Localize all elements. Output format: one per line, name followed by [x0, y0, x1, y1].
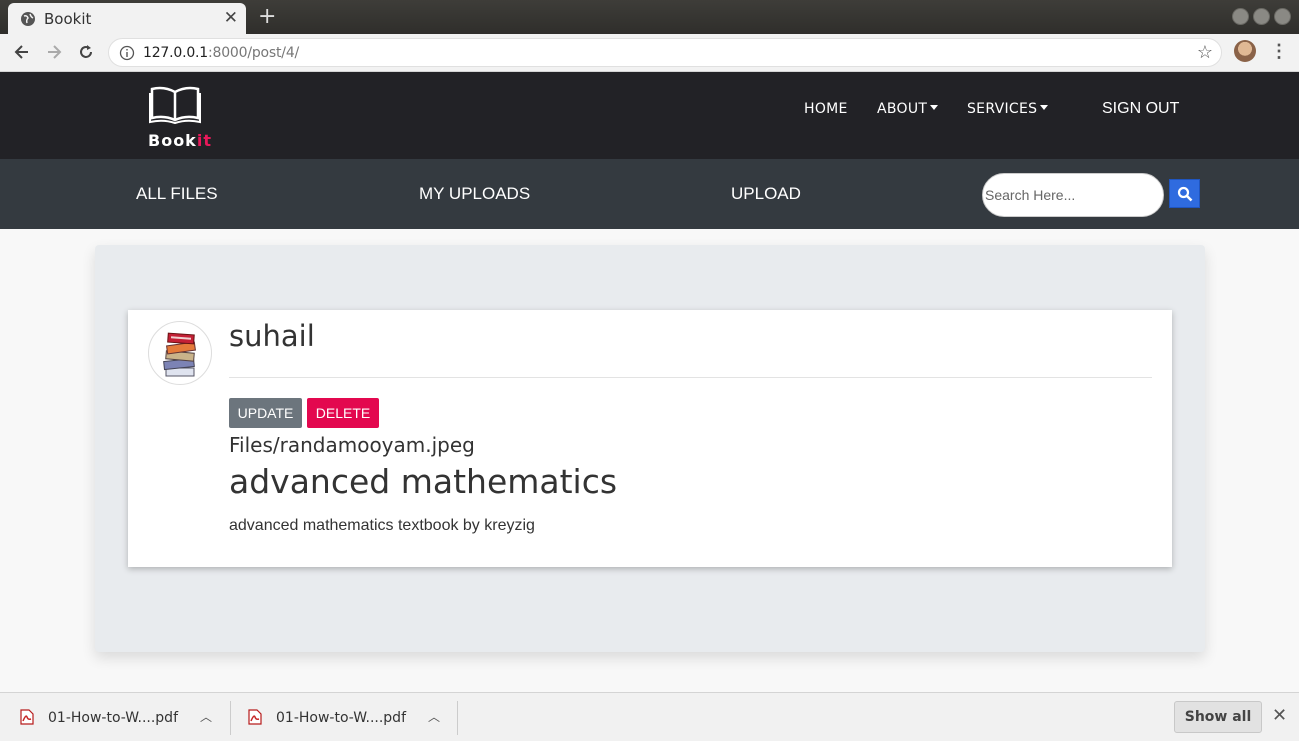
maximize-icon[interactable]: [1253, 8, 1270, 25]
download-file-name: 01-How-to-W....pdf: [276, 710, 406, 726]
url-text: 127.0.0.1:8000/post/4/: [143, 45, 300, 61]
post-description: advanced mathematics textbook by kreyzig: [229, 517, 535, 534]
address-bar[interactable]: 127.0.0.1:8000/post/4/ ☆: [108, 38, 1222, 67]
nav-about[interactable]: ABOUT: [877, 101, 939, 117]
caret-down-icon: [930, 105, 939, 110]
reload-icon[interactable]: [76, 42, 96, 62]
tab-title: Bookit: [44, 10, 92, 28]
pdf-file-icon: [248, 709, 262, 725]
book-logo-icon[interactable]: [148, 84, 202, 124]
my-uploads-link[interactable]: MY UPLOADS: [419, 184, 530, 204]
delete-button[interactable]: DELETE: [307, 398, 379, 428]
content-container: suhail UPDATE DELETE Files/randamooyam.j…: [95, 245, 1205, 652]
upload-link[interactable]: UPLOAD: [731, 184, 801, 204]
downloads-shelf: 01-How-to-W....pdf ︿ 01-How-to-W....pdf …: [0, 692, 1299, 741]
brand-name[interactable]: Bookit: [148, 131, 212, 150]
info-icon[interactable]: [119, 45, 135, 61]
post-card: suhail UPDATE DELETE Files/randamooyam.j…: [128, 310, 1172, 567]
chevron-up-icon[interactable]: ︿: [200, 708, 212, 725]
divider: [229, 377, 1152, 378]
nav-home[interactable]: HOME: [804, 101, 848, 117]
books-stack-icon: [163, 332, 196, 377]
window-controls: [1232, 8, 1291, 25]
search-button[interactable]: [1169, 179, 1200, 208]
chevron-up-icon[interactable]: ︿: [428, 708, 440, 725]
download-file-name: 01-How-to-W....pdf: [48, 710, 178, 726]
tab-close-icon[interactable]: ✕: [224, 8, 238, 28]
search-input[interactable]: [982, 173, 1164, 217]
search-icon: [1177, 186, 1193, 202]
post-author[interactable]: suhail: [229, 319, 315, 353]
author-avatar: [148, 321, 212, 385]
pdf-file-icon: [20, 709, 34, 725]
back-arrow-icon[interactable]: [12, 42, 32, 62]
new-tab-icon[interactable]: +: [258, 4, 276, 29]
site-navbar: Bookit HOME ABOUT SERVICES SIGN OUT: [0, 72, 1299, 159]
download-item[interactable]: 01-How-to-W....pdf ︿: [0, 693, 228, 741]
post-title: advanced mathematics: [229, 462, 618, 501]
browser-toolbar: 127.0.0.1:8000/post/4/ ☆ ⋮: [0, 34, 1299, 72]
all-files-link[interactable]: ALL FILES: [136, 184, 218, 204]
show-all-downloads-button[interactable]: Show all: [1174, 701, 1262, 733]
update-button[interactable]: UPDATE: [229, 398, 302, 428]
browser-menu-icon[interactable]: ⋮: [1270, 41, 1288, 62]
sub-navbar: ALL FILES MY UPLOADS UPLOAD: [0, 159, 1299, 229]
download-item[interactable]: 01-How-to-W....pdf ︿: [228, 693, 456, 741]
post-file-path[interactable]: Files/randamooyam.jpeg: [229, 433, 475, 457]
nav-services[interactable]: SERVICES: [967, 101, 1049, 117]
divider: [457, 701, 458, 735]
forward-arrow-icon[interactable]: [44, 42, 64, 62]
globe-icon: [21, 12, 35, 26]
browser-tab[interactable]: Bookit ✕: [8, 3, 246, 34]
profile-avatar[interactable]: [1234, 40, 1256, 62]
bookmark-star-icon[interactable]: ☆: [1197, 42, 1213, 63]
close-shelf-icon[interactable]: ✕: [1272, 705, 1287, 726]
sign-out-link[interactable]: SIGN OUT: [1102, 100, 1179, 118]
minimize-icon[interactable]: [1232, 8, 1249, 25]
caret-down-icon: [1040, 105, 1049, 110]
close-window-icon[interactable]: [1274, 8, 1291, 25]
browser-tab-bar: Bookit ✕ +: [0, 0, 1299, 34]
